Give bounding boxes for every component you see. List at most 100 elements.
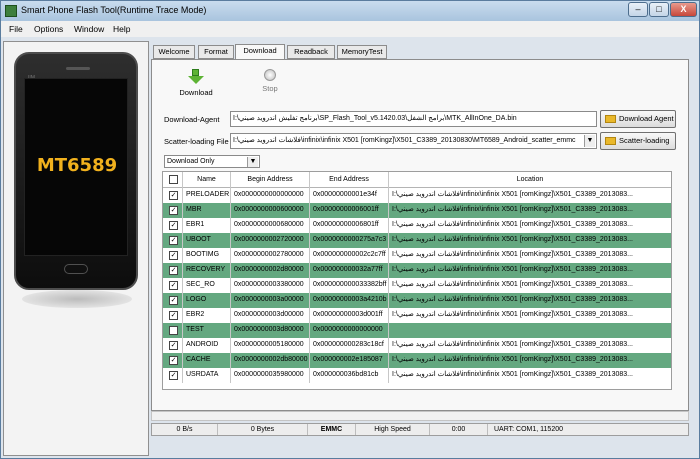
- stop-tool-button[interactable]: Stop: [245, 68, 295, 93]
- begin-address: 0x0000000003a00000: [231, 293, 310, 308]
- table-row[interactable]: ✓ PRELOADER 0x0000000000000000 0x0000000000…: [163, 188, 671, 203]
- partition-location[interactable]: I:\فلاشات اندرويد صيني\infinix\infinix X…: [389, 338, 671, 353]
- partition-location[interactable]: [389, 323, 671, 338]
- tab-readback[interactable]: Readback: [287, 45, 335, 59]
- end-address: 0x000000000032a77ff: [310, 263, 389, 278]
- table-row[interactable]: ✓ BOOTIMG 0x0000000002780000 0x000000000002…: [163, 248, 671, 263]
- chipset-label: MT6589: [36, 155, 118, 176]
- select-all-checkbox[interactable]: [169, 175, 178, 184]
- table-row[interactable]: TEST 0x0000000003d80000 0x0000000000000000: [163, 323, 671, 338]
- partition-name: TEST: [183, 323, 231, 338]
- folder-icon: [605, 137, 616, 145]
- row-checkbox-cell[interactable]: ✓: [163, 203, 183, 218]
- table-row[interactable]: ✓ ANDROID 0x0000000005180000 0x000000000283…: [163, 338, 671, 353]
- table-row[interactable]: ✓ EBR2 0x0000000003d00000 0x00000000003d001…: [163, 308, 671, 323]
- table-row[interactable]: ✓ LOGO 0x0000000003a00000 0x00000000003a421…: [163, 293, 671, 308]
- partition-location[interactable]: I:\فلاشات اندرويد صيني\infinix\infinix X…: [389, 293, 671, 308]
- partition-checkbox[interactable]: ✓: [169, 266, 178, 275]
- row-checkbox-cell[interactable]: ✓: [163, 248, 183, 263]
- header-begin-address: Begin Address: [231, 172, 310, 188]
- partition-checkbox[interactable]: ✓: [169, 251, 178, 260]
- menu-window[interactable]: Window: [74, 24, 104, 34]
- partition-checkbox[interactable]: ✓: [169, 311, 178, 320]
- begin-address: 0x0000000005180000: [231, 338, 310, 353]
- partition-name: EBR2: [183, 308, 231, 323]
- partition-checkbox[interactable]: ✓: [169, 191, 178, 200]
- download-tool-button[interactable]: Download: [171, 68, 221, 97]
- row-checkbox-cell[interactable]: ✓: [163, 338, 183, 353]
- row-checkbox-cell[interactable]: ✓: [163, 368, 183, 383]
- begin-address: 0x0000000002db80000: [231, 353, 310, 368]
- table-row[interactable]: ✓ SEC_RO 0x0000000003380000 0x0000000000333…: [163, 278, 671, 293]
- partition-name: PRELOADER: [183, 188, 231, 203]
- partition-location[interactable]: I:\فلاشات اندرويد صيني\infinix\infinix X…: [389, 248, 671, 263]
- scatter-loading-button[interactable]: Scatter-loading: [600, 132, 676, 150]
- minimize-button[interactable]: –: [628, 2, 648, 17]
- download-agent-button[interactable]: Download Agent: [600, 110, 676, 128]
- folder-icon: [605, 115, 616, 123]
- row-checkbox-cell[interactable]: ✓: [163, 218, 183, 233]
- table-row[interactable]: ✓ CACHE 0x0000000002db80000 0x000000002e185…: [163, 353, 671, 368]
- download-mode-chevron-icon[interactable]: ▼: [247, 157, 258, 167]
- phone-reflection: [22, 290, 132, 308]
- app-window: Smart Phone Flash Tool(Runtime Trace Mod…: [0, 0, 700, 459]
- partition-name: SEC_RO: [183, 278, 231, 293]
- table-row[interactable]: ✓ RECOVERY 0x0000000002d80000 0x00000000003…: [163, 263, 671, 278]
- row-checkbox-cell[interactable]: ✓: [163, 353, 183, 368]
- partition-checkbox[interactable]: ✓: [169, 236, 178, 245]
- partition-checkbox[interactable]: ✓: [169, 206, 178, 215]
- table-row[interactable]: ✓ MBR 0x0000000000600000 0x00000000006001ff…: [163, 203, 671, 218]
- partition-location[interactable]: I:\فلاشات اندرويد صيني\infinix\infinix X…: [389, 278, 671, 293]
- tab-memorytest[interactable]: MemoryTest: [337, 45, 387, 59]
- row-checkbox-cell[interactable]: ✓: [163, 188, 183, 203]
- partition-location[interactable]: I:\فلاشات اندرويد صيني\infinix\infinix X…: [389, 203, 671, 218]
- menu-file[interactable]: File: [9, 24, 23, 34]
- end-address: 0x000000000033382bff: [310, 278, 389, 293]
- row-checkbox-cell[interactable]: ✓: [163, 278, 183, 293]
- phone-screen: MT6589: [24, 78, 128, 256]
- partition-checkbox[interactable]: ✓: [169, 356, 178, 365]
- progress-bar: [151, 411, 689, 421]
- partition-location[interactable]: I:\فلاشات اندرويد صيني\infinix\infinix X…: [389, 308, 671, 323]
- status-time: 0:00: [430, 424, 488, 435]
- header-checkbox-cell[interactable]: [163, 172, 183, 188]
- partition-location[interactable]: I:\فلاشات اندرويد صيني\infinix\infinix X…: [389, 218, 671, 233]
- flash-tool-icon: [5, 5, 17, 17]
- partition-location[interactable]: I:\فلاشات اندرويد صيني\infinix\infinix X…: [389, 263, 671, 278]
- row-checkbox-cell[interactable]: ✓: [163, 293, 183, 308]
- title-bar: Smart Phone Flash Tool(Runtime Trace Mod…: [1, 1, 699, 21]
- status-mode: High Speed: [356, 424, 430, 435]
- row-checkbox-cell[interactable]: ✓: [163, 308, 183, 323]
- table-row[interactable]: ✓ USRDATA 0x0000000035980000 0x000000036bd8…: [163, 368, 671, 383]
- scatter-dropdown-chevron-icon[interactable]: ▼: [584, 135, 595, 147]
- begin-address: 0x0000000035980000: [231, 368, 310, 383]
- scatter-file-value: I:\فلاشات اندرويد صيني\infinix\infinix X…: [233, 137, 576, 144]
- tab-download[interactable]: Download: [235, 44, 285, 59]
- tab-format[interactable]: Format: [198, 45, 234, 59]
- row-checkbox-cell[interactable]: ✓: [163, 263, 183, 278]
- maximize-button[interactable]: □: [649, 2, 669, 17]
- close-button[interactable]: X: [670, 2, 697, 17]
- menu-help[interactable]: Help: [113, 24, 130, 34]
- status-port: UART: COM1, 115200: [494, 426, 563, 433]
- begin-address: 0x0000000003380000: [231, 278, 310, 293]
- table-row[interactable]: ✓ UBOOT 0x0000000002720000 0x0000000000275a…: [163, 233, 671, 248]
- row-checkbox-cell[interactable]: [163, 323, 183, 338]
- table-row[interactable]: ✓ EBR1 0x0000000000680000 0x00000000006801f…: [163, 218, 671, 233]
- partition-checkbox[interactable]: ✓: [169, 371, 178, 380]
- partition-location[interactable]: I:\فلاشات اندرويد صيني\infinix\infinix X…: [389, 353, 671, 368]
- partition-location[interactable]: I:\فلاشات اندرويد صيني\infinix\infinix X…: [389, 368, 671, 383]
- partition-location[interactable]: I:\فلاشات اندرويد صيني\infinix\infinix X…: [389, 188, 671, 203]
- download-mode-select[interactable]: Download Only ▼: [164, 155, 260, 168]
- tab-welcome[interactable]: Welcome: [153, 45, 195, 59]
- partition-checkbox[interactable]: [169, 326, 178, 335]
- download-agent-field[interactable]: I:\برنامج تفليش اندرويد صيني\SP_Flash_To…: [230, 111, 597, 127]
- menu-options[interactable]: Options: [34, 24, 63, 34]
- row-checkbox-cell[interactable]: ✓: [163, 233, 183, 248]
- scatter-loading-select[interactable]: I:\فلاشات اندرويد صيني\infinix\infinix X…: [230, 133, 597, 149]
- partition-checkbox[interactable]: ✓: [169, 296, 178, 305]
- partition-checkbox[interactable]: ✓: [169, 281, 178, 290]
- partition-checkbox[interactable]: ✓: [169, 221, 178, 230]
- partition-location[interactable]: I:\فلاشات اندرويد صيني\infinix\infinix X…: [389, 233, 671, 248]
- partition-checkbox[interactable]: ✓: [169, 341, 178, 350]
